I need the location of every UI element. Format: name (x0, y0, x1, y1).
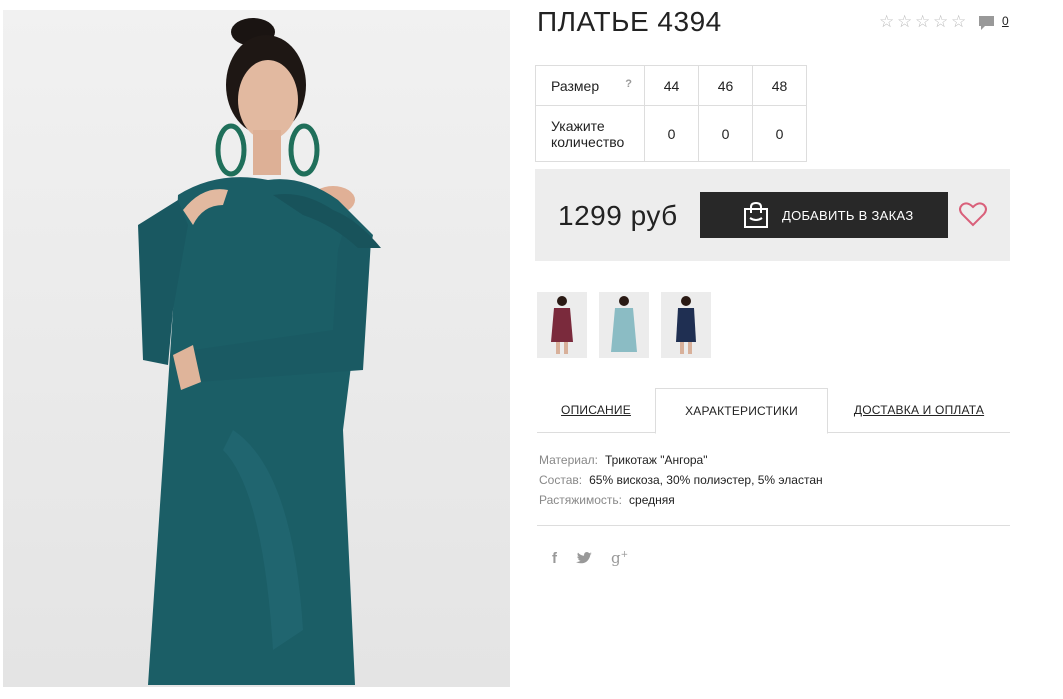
twitter-icon[interactable] (576, 551, 592, 565)
size-quantity-table: Размер ? 44 46 48 Укажите количество 0 0… (535, 65, 807, 162)
dress-thumbnail-navy-icon (661, 292, 711, 358)
social-share: f g+ (552, 549, 628, 567)
star-icon[interactable]: ☆ (915, 13, 932, 30)
thumbnail-light-blue[interactable] (599, 292, 649, 358)
shopping-bag-icon (744, 201, 768, 228)
rating-stars[interactable]: ☆ ☆ ☆ ☆ ☆ (879, 13, 968, 30)
star-icon[interactable]: ☆ (951, 13, 968, 30)
price-box: 1299 руб ДОБАВИТЬ В ЗАКАЗ (535, 169, 1010, 261)
spec-value: Трикотаж "Ангора" (604, 453, 708, 467)
spec-row: Растяжимость: средняя (539, 490, 823, 510)
spec-value: средняя (629, 493, 675, 507)
comments-count[interactable]: 0 (1002, 14, 1009, 28)
tab-description[interactable]: ОПИСАНИЕ (537, 388, 655, 433)
spec-key: Материал: (539, 453, 598, 467)
dress-thumbnail-light-blue-icon (599, 292, 649, 358)
quantity-input-48[interactable]: 0 (752, 105, 807, 162)
google-plus-icon[interactable]: g+ (611, 549, 628, 567)
product-tabs: ОПИСАНИЕ ХАРАКТЕРИСТИКИ ДОСТАВКА И ОПЛАТ… (537, 388, 1010, 434)
tab-description-label: ОПИСАНИЕ (561, 403, 631, 417)
star-icon[interactable]: ☆ (897, 13, 914, 30)
model-dress-illustration (138, 18, 381, 685)
thumbnail-burgundy[interactable] (537, 292, 587, 358)
product-main-photo[interactable] (3, 10, 510, 687)
dress-thumbnail-burgundy-icon (537, 292, 587, 358)
quantity-label-cell: Укажите количество (535, 105, 645, 162)
quantity-input-46[interactable]: 0 (698, 105, 753, 162)
size-label-cell: Размер ? (535, 65, 645, 106)
tab-delivery-label: ДОСТАВКА И ОПЛАТА (853, 403, 985, 417)
spec-row: Материал: Трикотаж "Ангора" (539, 450, 823, 470)
size-option: 48 (752, 65, 807, 106)
spec-key: Состав: (539, 473, 583, 487)
heart-icon[interactable] (959, 201, 987, 227)
tab-delivery-payment[interactable]: ДОСТАВКА И ОПЛАТА (828, 388, 1010, 433)
size-help-icon[interactable]: ? (625, 78, 632, 90)
comments-link[interactable]: 0 (978, 14, 1009, 31)
size-option: 46 (698, 65, 753, 106)
facebook-icon[interactable]: f (552, 550, 557, 567)
size-option: 44 (644, 65, 699, 106)
quantity-label-line1: Укажите (551, 117, 605, 134)
add-to-order-button[interactable]: ДОБАВИТЬ В ЗАКАЗ (700, 192, 948, 238)
product-price: 1299 руб (558, 200, 678, 231)
comment-icon (979, 16, 994, 30)
product-title: ПЛАТЬЕ 4394 (537, 6, 722, 37)
thumbnail-gallery (537, 292, 711, 358)
quantity-input-44[interactable]: 0 (644, 105, 699, 162)
characteristics-list: Материал: Трикотаж "Ангора" Состав: 65% ви… (539, 450, 823, 510)
size-label: Размер (551, 77, 600, 94)
star-icon[interactable]: ☆ (879, 13, 896, 30)
tab-characteristics[interactable]: ХАРАКТЕРИСТИКИ (655, 388, 828, 434)
spec-row: Состав: 65% вискоза, 30% полиэстер, 5% эл… (539, 470, 823, 490)
divider (537, 525, 1010, 526)
spec-key: Растяжимость: (539, 493, 623, 507)
tab-characteristics-label: ХАРАКТЕРИСТИКИ (685, 404, 798, 418)
quantity-label-line2: количество (551, 133, 625, 150)
star-icon[interactable]: ☆ (933, 13, 950, 30)
spec-value: 65% вискоза, 30% полиэстер, 5% эластан (589, 473, 823, 487)
add-to-order-label: ДОБАВИТЬ В ЗАКАЗ (782, 207, 914, 223)
thumbnail-navy[interactable] (661, 292, 711, 358)
